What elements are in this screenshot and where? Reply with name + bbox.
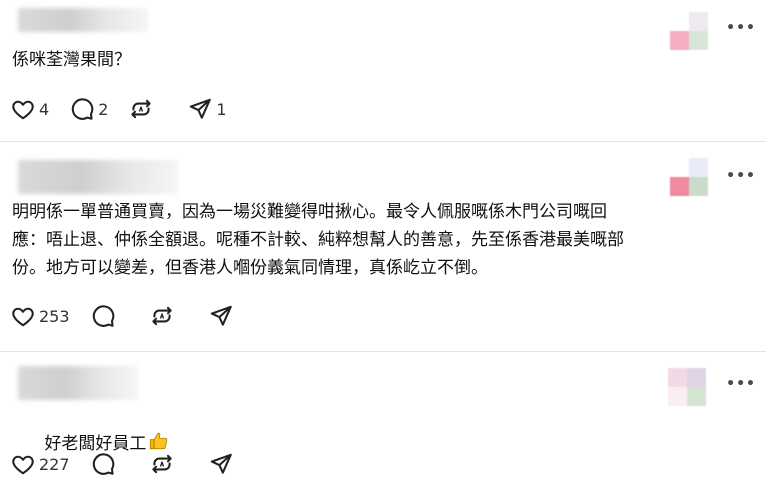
more-options-icon[interactable]: •••: [726, 168, 756, 184]
like-count: 4: [39, 99, 50, 119]
comment-post: ••• 明明係一單普通買賣，因為一場災難變得咁揪心。最令人佩服嘅係木門公司嘅回 …: [0, 142, 766, 350]
comment-count: 2: [98, 99, 109, 119]
comment-feed: ••• 係咪荃灣果間？ 4 2 1 ••• 明明係一單普通買賣，因為一場災難變得…: [0, 0, 766, 488]
repost-icon: [151, 454, 172, 474]
comment-bubble-icon: [71, 98, 94, 120]
comment-text: 明明係一單普通買賣，因為一場災難變得咁揪心。最令人佩服嘅係木門公司嘅回 應：唔止…: [12, 202, 624, 278]
comment-post: ••• 係咪荃灣果間？ 4 2 1: [0, 0, 766, 140]
send-icon: [210, 453, 232, 474]
repost-icon: [151, 306, 172, 326]
heart-icon: [12, 100, 34, 120]
action-bar: 4 2 1: [10, 96, 247, 122]
like-button[interactable]: 4: [10, 96, 49, 122]
thumbs-up-emoji-icon: [150, 432, 168, 450]
like-count: 253: [39, 306, 70, 326]
username-redacted[interactable]: [18, 366, 138, 400]
share-count: 1: [216, 99, 227, 119]
comment-bubble-icon: [92, 453, 114, 475]
more-options-icon[interactable]: •••: [726, 376, 756, 392]
comment-post: ••• 好老闆好員工 227: [0, 352, 766, 488]
username-redacted[interactable]: [18, 8, 148, 32]
heart-icon: [12, 455, 34, 475]
username-redacted[interactable]: [18, 160, 178, 194]
comment-button[interactable]: [90, 451, 129, 477]
repost-icon: [131, 99, 152, 119]
repost-button[interactable]: [149, 303, 188, 329]
more-options-icon[interactable]: •••: [726, 20, 756, 36]
repost-button[interactable]: [128, 96, 167, 122]
repost-button[interactable]: [149, 451, 188, 477]
avatar-redacted[interactable]: [670, 12, 708, 50]
comment-button[interactable]: [90, 303, 129, 329]
action-bar: 227: [10, 451, 267, 477]
send-icon: [190, 98, 212, 119]
like-button[interactable]: 227: [10, 451, 70, 477]
send-icon: [210, 305, 232, 326]
like-button[interactable]: 253: [10, 303, 70, 329]
share-button[interactable]: [208, 303, 247, 329]
heart-icon: [12, 307, 34, 327]
like-count: 227: [39, 454, 70, 474]
avatar-redacted[interactable]: [670, 158, 708, 196]
comment-text: 係咪荃灣果間？: [12, 50, 131, 70]
share-button[interactable]: 1: [187, 96, 227, 122]
avatar-redacted[interactable]: [668, 368, 706, 406]
comment-bubble-icon: [92, 305, 114, 327]
comment-button[interactable]: 2: [69, 96, 108, 122]
action-bar: 253: [10, 303, 267, 329]
share-button[interactable]: [208, 451, 247, 477]
